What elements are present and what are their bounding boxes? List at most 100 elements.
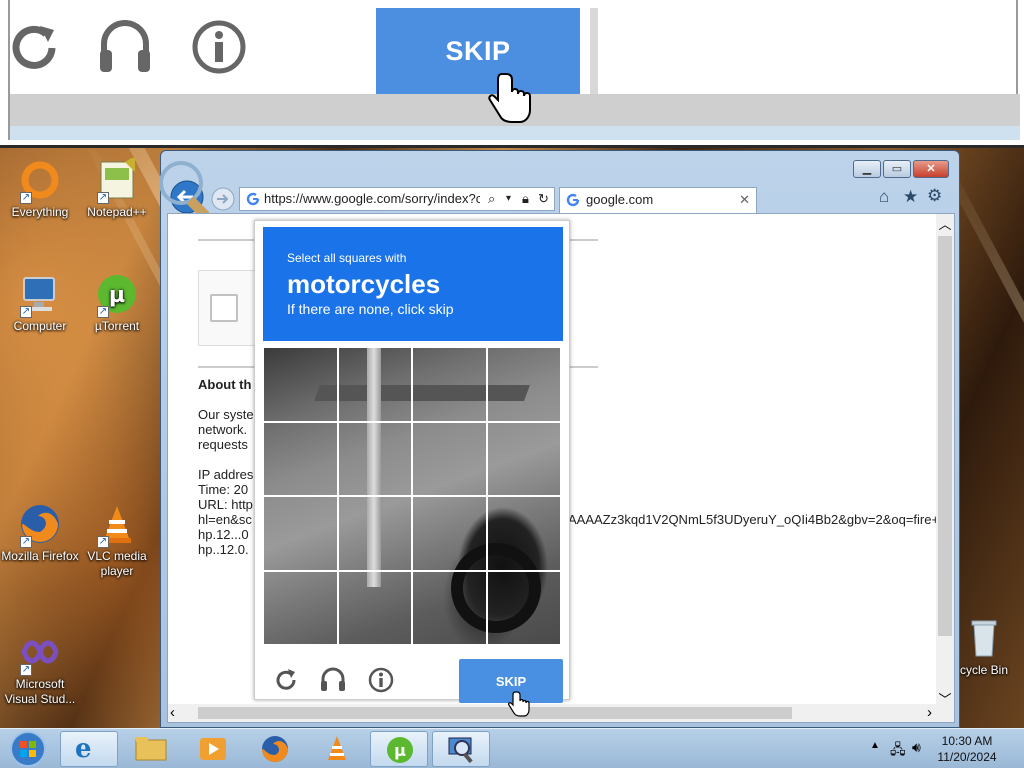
- page-text: hl=en&sc: [198, 512, 252, 527]
- taskbar-magnifier[interactable]: [432, 731, 490, 767]
- firefox-icon: ↗: [18, 502, 62, 548]
- info-icon: [192, 20, 246, 74]
- captcha-tile[interactable]: [412, 421, 487, 496]
- vlc-icon: ↗: [95, 502, 139, 548]
- search-icon[interactable]: ⌕: [488, 188, 495, 210]
- home-icon[interactable]: ⌂: [879, 187, 889, 207]
- captcha-target: motorcycles: [287, 269, 441, 299]
- horizontal-scrollbar[interactable]: ‹ ›: [168, 704, 954, 722]
- vertical-scrollbar[interactable]: ︿ ﹀: [936, 214, 954, 709]
- desktop-icon-computer[interactable]: ↗ Computer: [0, 272, 80, 334]
- captcha-tile[interactable]: [486, 496, 561, 571]
- captcha-hint: If there are none, click skip: [287, 301, 454, 317]
- desktop-icon-everything[interactable]: ↗ Everything: [0, 158, 80, 220]
- tab-title: google.com: [586, 192, 654, 207]
- desktop-icon-vlc[interactable]: ↗ VLC media player: [77, 502, 157, 579]
- taskbar-file-explorer[interactable]: [122, 731, 180, 767]
- taskbar: e µ ▲ 🖧︎ 🔊︎ 10:30 AM 11/20/2024: [0, 728, 1024, 768]
- page-text: requests: [198, 437, 248, 452]
- captcha-tile[interactable]: [337, 347, 412, 422]
- favorites-star-icon[interactable]: ★: [903, 187, 918, 207]
- audio-challenge-icon[interactable]: [319, 665, 347, 693]
- notepadpp-icon: ↗: [95, 156, 139, 204]
- page-text: hp.12...0: [198, 527, 249, 542]
- reload-challenge-icon[interactable]: [273, 667, 299, 693]
- horizontal-scroll-thumb[interactable]: [198, 707, 792, 719]
- desktop-icon-notepadpp[interactable]: ↗ Notepad++: [77, 156, 157, 220]
- desktop-icon-firefox[interactable]: ↗ Mozilla Firefox: [0, 502, 80, 564]
- captcha-tile[interactable]: [263, 496, 338, 571]
- folder-icon: [135, 737, 167, 761]
- desktop-icon-utorrent[interactable]: µ ↗ µTorrent: [77, 272, 157, 334]
- taskbar-internet-explorer[interactable]: e: [60, 731, 118, 767]
- captcha-tile[interactable]: [412, 496, 487, 571]
- captcha-instruction: Select all squares with: [287, 251, 407, 265]
- scroll-right-icon[interactable]: ›: [927, 704, 932, 722]
- captcha-tile[interactable]: [486, 347, 561, 422]
- desktop-icon-label: VLC media player: [87, 549, 147, 578]
- info-help-icon[interactable]: [367, 666, 395, 694]
- system-clock[interactable]: 10:30 AM 11/20/2024: [932, 733, 1002, 765]
- vertical-scroll-thumb[interactable]: [938, 236, 952, 636]
- settings-gear-icon[interactable]: ⚙: [927, 186, 942, 206]
- internet-explorer-icon: e: [75, 734, 92, 764]
- captcha-tile[interactable]: [486, 570, 561, 645]
- desktop-icon-label: Notepad++: [87, 205, 147, 219]
- captcha-tile[interactable]: [263, 421, 338, 496]
- minimize-button[interactable]: ▁: [853, 160, 881, 178]
- desktop-icon-label: Microsoft Visual Stud...: [4, 677, 76, 706]
- captcha-tile[interactable]: [263, 347, 338, 422]
- utorrent-icon: µ: [387, 737, 413, 763]
- page-text: hp..12.0.: [198, 542, 249, 557]
- shortcut-arrow-icon: ↗: [20, 664, 32, 676]
- captcha-tile[interactable]: [337, 570, 412, 645]
- address-bar[interactable]: https://www.google.com/sorry/index?cor ⌕…: [239, 187, 555, 211]
- clock-date: 11/20/2024: [937, 750, 997, 764]
- captcha-tile[interactable]: [337, 421, 412, 496]
- start-button-icon[interactable]: [6, 729, 50, 768]
- taskbar-vlc[interactable]: [308, 731, 366, 767]
- desktop-icon-label: µTorrent: [94, 319, 140, 333]
- page-text: IP addres: [198, 467, 254, 482]
- page-text: Time: 20: [198, 482, 249, 497]
- dropdown-icon[interactable]: ▾: [506, 188, 511, 210]
- page-content: About th Our syste network. requests IP …: [167, 213, 955, 723]
- headphones-icon: [100, 20, 150, 72]
- scroll-up-icon[interactable]: ︿: [936, 214, 954, 234]
- reload-icon: [12, 25, 56, 69]
- taskbar-media-player[interactable]: [184, 731, 242, 767]
- page-text: network.: [198, 422, 248, 437]
- hand-cursor-icon: [488, 73, 531, 123]
- browser-window: ▁ ▭ ✕ https://www.google.com/sorry/index…: [159, 150, 960, 728]
- captcha-tile[interactable]: [412, 347, 487, 422]
- taskbar-firefox[interactable]: [246, 731, 304, 767]
- captcha-tile[interactable]: [337, 496, 412, 571]
- captcha-tile[interactable]: [263, 570, 338, 645]
- scroll-left-icon[interactable]: ‹: [170, 704, 175, 722]
- network-icon[interactable]: 🖧︎: [890, 739, 906, 763]
- show-hidden-icons-icon[interactable]: ▲: [870, 740, 880, 751]
- captcha-tile[interactable]: [412, 570, 487, 645]
- close-window-button[interactable]: ✕: [913, 160, 949, 178]
- zoom-inner: SKIP: [8, 0, 1020, 140]
- tab-google[interactable]: google.com ✕: [559, 187, 757, 213]
- tab-close-icon[interactable]: ✕: [739, 188, 750, 212]
- recaptcha-checkbox[interactable]: [210, 294, 238, 322]
- shortcut-arrow-icon: ↗: [97, 536, 109, 548]
- clock-time: 10:30 AM: [941, 734, 993, 748]
- volume-icon[interactable]: 🔊︎: [912, 739, 921, 756]
- captcha-tile[interactable]: [486, 421, 561, 496]
- maximize-button[interactable]: ▭: [883, 160, 911, 178]
- taskbar-utorrent[interactable]: µ: [370, 731, 428, 767]
- captcha-challenge: Select all squares with motorcycles If t…: [254, 220, 570, 703]
- page-text: URL: http: [198, 497, 253, 512]
- google-favicon-icon: [566, 193, 580, 207]
- everything-icon: ↗: [18, 158, 62, 204]
- refresh-icon[interactable]: ↻: [538, 188, 549, 210]
- desktop-icon-label: Everything: [11, 205, 69, 219]
- desktop-icon-visual-studio[interactable]: ↗ Microsoft Visual Stud...: [0, 630, 80, 707]
- magnifier-icon: [448, 737, 473, 764]
- zoom-magnifier-view: SKIP: [0, 0, 1024, 148]
- captcha-image-grid: [263, 347, 561, 645]
- mouse-cursor-icon: [508, 691, 530, 717]
